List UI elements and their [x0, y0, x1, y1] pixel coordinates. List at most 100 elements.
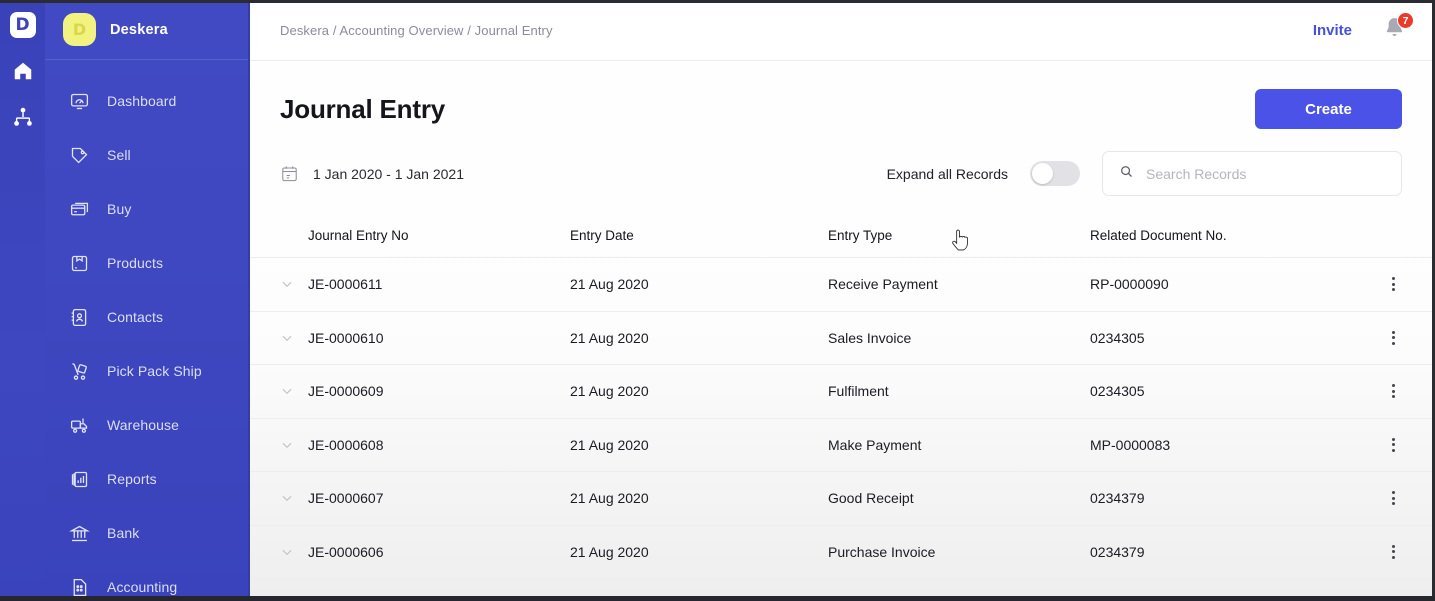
cell-related-document-no: 0234379	[1090, 490, 1378, 506]
cell-entry-date: 21 Aug 2020	[570, 330, 828, 346]
bank-icon	[67, 521, 91, 545]
sitemap-icon[interactable]	[10, 104, 36, 130]
sidebar-item-reports[interactable]: Reports	[45, 452, 248, 506]
column-header-related-document-no[interactable]: Related Document No.	[1090, 228, 1378, 243]
row-actions-menu-button[interactable]	[1378, 380, 1408, 402]
date-range-label: 1 Jan 2020 - 1 Jan 2021	[313, 166, 464, 182]
deskera-logo-icon[interactable]: D	[10, 12, 36, 38]
brand-name: Deskera	[110, 22, 168, 38]
tag-icon	[67, 143, 91, 167]
sidebar-item-label: Pick Pack Ship	[107, 363, 202, 379]
toggle-knob	[1032, 163, 1053, 184]
bar-chart-icon	[67, 467, 91, 491]
top-bar: Deskera / Accounting Overview / Journal …	[250, 0, 1432, 61]
icon-rail: D	[0, 0, 45, 601]
row-actions-menu-button[interactable]	[1378, 434, 1408, 456]
cell-entry-type: Make Payment	[828, 437, 1090, 453]
sidebar-item-pick-pack-ship[interactable]: Pick Pack Ship	[45, 344, 248, 398]
sidebar-item-accounting[interactable]: Accounting	[45, 560, 248, 601]
cell-entry-date: 21 Aug 2020	[570, 544, 828, 560]
window-bottom-edge	[0, 596, 1435, 601]
brand-header[interactable]: D Deskera	[45, 0, 248, 60]
cell-entry-type: Good Receipt	[828, 490, 1090, 506]
notification-bell-button[interactable]: 7	[1382, 15, 1408, 45]
search-input[interactable]	[1146, 166, 1385, 182]
invite-link[interactable]: Invite	[1313, 22, 1352, 39]
cell-journal-entry-no: JE-0000607	[308, 490, 570, 506]
cell-entry-date: 21 Aug 2020	[570, 276, 828, 292]
row-actions-menu-button[interactable]	[1378, 327, 1408, 349]
row-actions-menu-button[interactable]	[1378, 487, 1408, 509]
table-body: JE-000061121 Aug 2020Receive PaymentRP-0…	[250, 258, 1432, 579]
contact-book-icon	[67, 305, 91, 329]
row-actions-menu-button[interactable]	[1378, 541, 1408, 563]
table-header-row: Journal Entry No Entry Date Entry Type R…	[250, 214, 1432, 258]
search-records-box[interactable]	[1102, 151, 1402, 196]
search-icon	[1119, 164, 1134, 184]
date-range-picker[interactable]: 1 Jan 2020 - 1 Jan 2021	[280, 164, 464, 184]
cell-related-document-no: 0234379	[1090, 544, 1378, 560]
expand-all-records-toggle[interactable]	[1030, 161, 1080, 186]
sidebar-item-sell[interactable]: Sell	[45, 128, 248, 182]
cell-entry-date: 21 Aug 2020	[570, 383, 828, 399]
cell-entry-type: Sales Invoice	[828, 330, 1090, 346]
cell-journal-entry-no: JE-0000608	[308, 437, 570, 453]
breadcrumb[interactable]: Deskera / Accounting Overview / Journal …	[280, 23, 553, 38]
table-row[interactable]: JE-000061021 Aug 2020Sales Invoice023430…	[250, 312, 1432, 366]
cell-journal-entry-no: JE-0000611	[308, 276, 570, 292]
sidebar-item-warehouse[interactable]: Warehouse	[45, 398, 248, 452]
row-actions-menu-button[interactable]	[1378, 273, 1408, 295]
cell-journal-entry-no: JE-0000606	[308, 544, 570, 560]
sidebar-item-label: Warehouse	[107, 417, 179, 433]
expand-row-chevron-down-icon[interactable]	[280, 277, 308, 291]
column-header-journal-entry-no[interactable]: Journal Entry No	[308, 228, 570, 243]
kebab-menu-icon	[1388, 541, 1399, 563]
column-header-entry-type[interactable]: Entry Type	[828, 228, 1090, 243]
cell-entry-type: Purchase Invoice	[828, 544, 1090, 560]
table-row[interactable]: JE-000060721 Aug 2020Good Receipt0234379	[250, 472, 1432, 526]
dashboard-icon	[67, 89, 91, 113]
sidebar-item-label: Dashboard	[107, 93, 176, 109]
sidebar-item-contacts[interactable]: Contacts	[45, 290, 248, 344]
sidebar-item-label: Products	[107, 255, 163, 271]
expand-row-chevron-down-icon[interactable]	[280, 491, 308, 505]
sidebar-item-dashboard[interactable]: Dashboard	[45, 74, 248, 128]
kebab-menu-icon	[1388, 434, 1399, 456]
expand-row-chevron-down-icon[interactable]	[280, 545, 308, 559]
column-header-entry-date[interactable]: Entry Date	[570, 228, 828, 243]
filter-toolbar: 1 Jan 2020 - 1 Jan 2021 Expand all Recor…	[250, 129, 1432, 196]
sidebar-item-bank[interactable]: Bank	[45, 506, 248, 560]
sidebar-item-label: Bank	[107, 525, 139, 541]
table-row[interactable]: JE-000060621 Aug 2020Purchase Invoice023…	[250, 526, 1432, 580]
expand-all-records-label: Expand all Records	[887, 166, 1008, 182]
page-title: Journal Entry	[280, 94, 445, 125]
app-window: D D Deskera Dashboard	[0, 0, 1435, 601]
expand-row-chevron-down-icon[interactable]	[280, 384, 308, 398]
table-row[interactable]: JE-000061121 Aug 2020Receive PaymentRP-0…	[250, 258, 1432, 312]
create-button[interactable]: Create	[1255, 89, 1402, 129]
card-icon	[67, 197, 91, 221]
sidebar-item-label: Accounting	[107, 579, 177, 595]
sidebar-item-buy[interactable]: Buy	[45, 182, 248, 236]
cell-entry-date: 21 Aug 2020	[570, 437, 828, 453]
kebab-menu-icon	[1388, 273, 1399, 295]
toolbar-right: Expand all Records	[887, 151, 1402, 196]
journal-entry-table: Journal Entry No Entry Date Entry Type R…	[250, 214, 1432, 579]
table-row[interactable]: JE-000060921 Aug 2020Fulfilment0234305	[250, 365, 1432, 419]
sidebar: D Deskera Dashboard Sell Buy	[45, 0, 250, 601]
kebab-menu-icon	[1388, 380, 1399, 402]
table-row[interactable]: JE-000060821 Aug 2020Make PaymentMP-0000…	[250, 419, 1432, 473]
sidebar-item-products[interactable]: Products	[45, 236, 248, 290]
expand-row-chevron-down-icon[interactable]	[280, 331, 308, 345]
sidebar-item-label: Reports	[107, 471, 157, 487]
sidebar-item-label: Contacts	[107, 309, 163, 325]
kebab-menu-icon	[1388, 327, 1399, 349]
home-icon[interactable]	[10, 58, 36, 84]
top-bar-actions: Invite 7	[1313, 15, 1408, 45]
sidebar-item-label: Sell	[107, 147, 131, 163]
sidebar-nav: Dashboard Sell Buy Products	[45, 60, 248, 601]
expand-row-chevron-down-icon[interactable]	[280, 438, 308, 452]
main-content: Deskera / Accounting Overview / Journal …	[250, 0, 1432, 601]
cell-related-document-no: 0234305	[1090, 383, 1378, 399]
cell-entry-type: Receive Payment	[828, 276, 1090, 292]
